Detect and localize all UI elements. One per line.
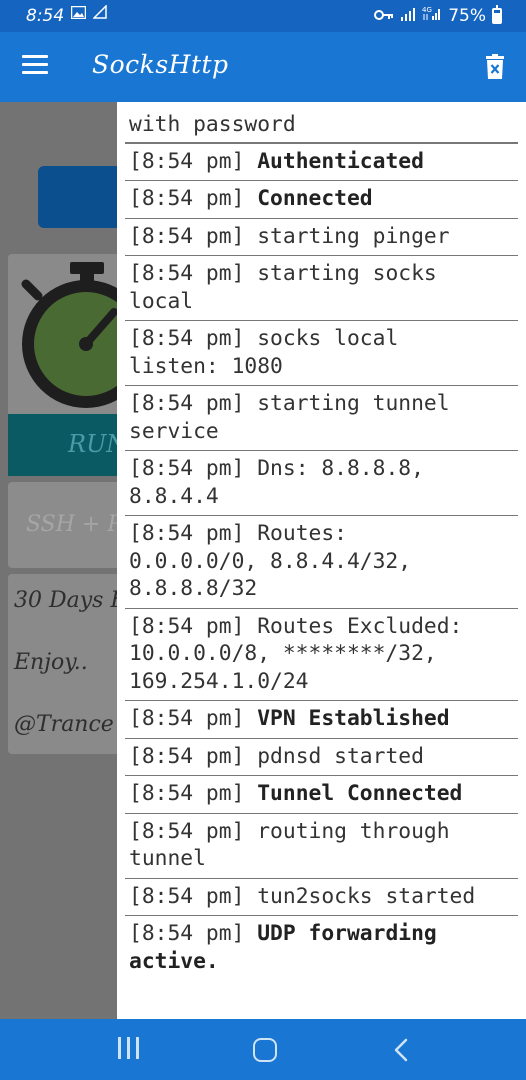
svg-text:4G: 4G [422, 6, 432, 14]
log-timestamp: [8:54 pm] [129, 818, 245, 844]
app-bar: SocksHttp [0, 32, 526, 102]
log-timestamp: [8:54 pm] [129, 883, 245, 909]
log-timestamp: [8:54 pm] [129, 781, 245, 806]
note-line: Enjoy.. [14, 650, 88, 675]
log-message: Authenticated [257, 148, 424, 174]
log-timestamp: [8:54 pm] [129, 743, 245, 769]
battery-level: 75% [448, 5, 486, 26]
lte-signal-icon: 4G [422, 5, 442, 26]
log-timestamp: [8:54 pm] [129, 921, 245, 946]
log-timestamp: [8:54 pm] [129, 613, 245, 639]
log-entry: [8:54 pm] Tunnel Connected [125, 776, 518, 814]
log-entry: [8:54 pm] pdnsd started [125, 739, 518, 776]
log-entry: [8:54 pm] socks local listen: 1080 [125, 321, 518, 386]
vpn-key-icon [374, 6, 394, 26]
log-message: tun2socks started [257, 883, 476, 909]
note-line: 30 Days F [14, 588, 126, 613]
status-time: 8:54 [26, 5, 65, 26]
log-message: Connected [257, 186, 373, 211]
battery-icon [492, 4, 502, 24]
clear-log-icon[interactable] [484, 54, 506, 80]
log-entry: with password [125, 102, 518, 144]
stopwatch-icon [21, 262, 128, 408]
log-entry: [8:54 pm] VPN Established [125, 701, 518, 739]
app-title: SocksHttp [92, 50, 229, 79]
log-entry: [8:54 pm] routing through tunnel [125, 814, 518, 879]
note-line: @Trance [14, 712, 114, 737]
log-entry: [8:54 pm] Authenticated [125, 144, 518, 181]
log-message: starting pinger [257, 223, 450, 249]
log-timestamp: [8:54 pm] [129, 223, 245, 249]
dimmed-run-button: RUN [8, 414, 128, 476]
log-message: pdnsd started [257, 743, 424, 769]
dimmed-notes-card: 30 Days F Enjoy.. @Trance [8, 574, 128, 754]
log-entry: [8:54 pm] Dns: 8.8.8.8, 8.8.4.4 [125, 451, 518, 516]
log-message: Tunnel Connected [257, 781, 463, 806]
log-panel[interactable]: with password [8:54 pm] Authenticated [8:5… [117, 102, 526, 1019]
log-timestamp: [8:54 pm] [129, 148, 245, 174]
log-message: VPN Established [257, 706, 450, 731]
menu-icon[interactable] [22, 55, 48, 75]
log-timestamp: [8:54 pm] [129, 326, 245, 351]
log-entry: [8:54 pm] Connected [125, 181, 518, 219]
signal-notification-icon [92, 4, 107, 26]
status-bar: 8:54 4G 75% [0, 0, 526, 32]
home-icon[interactable] [253, 1038, 277, 1062]
log-entry: [8:54 pm] Routes Excluded: 10.0.0.0/8, *… [125, 609, 518, 701]
log-entry: [8:54 pm] starting pinger [125, 219, 518, 256]
gallery-notification-icon [70, 5, 87, 26]
log-entry: [8:54 pm] UDP forwarding active. [125, 916, 518, 980]
log-timestamp: [8:54 pm] [129, 391, 245, 416]
dimmed-top-button [38, 166, 128, 228]
back-icon[interactable] [390, 1037, 414, 1063]
log-timestamp: [8:54 pm] [129, 521, 245, 546]
dimmed-config-field: SSH + P [8, 482, 128, 568]
log-message: with password [129, 112, 296, 137]
log-timestamp: [8:54 pm] [129, 456, 245, 481]
status-right: 4G 75% [374, 4, 502, 26]
recents-icon[interactable] [118, 1037, 140, 1061]
nav-bar [0, 1019, 526, 1080]
log-timestamp: [8:54 pm] [129, 186, 245, 211]
wifi-signal-icon [400, 6, 416, 26]
log-entry: [8:54 pm] starting tunnel service [125, 386, 518, 451]
status-left: 8:54 [26, 4, 107, 26]
log-timestamp: [8:54 pm] [129, 261, 245, 286]
log-entry: [8:54 pm] Routes: 0.0.0.0/0, 8.8.4.4/32,… [125, 516, 518, 609]
log-timestamp: [8:54 pm] [129, 706, 245, 731]
log-entry: [8:54 pm] tun2socks started [125, 879, 518, 916]
log-entry: [8:54 pm] starting socks local [125, 256, 518, 321]
